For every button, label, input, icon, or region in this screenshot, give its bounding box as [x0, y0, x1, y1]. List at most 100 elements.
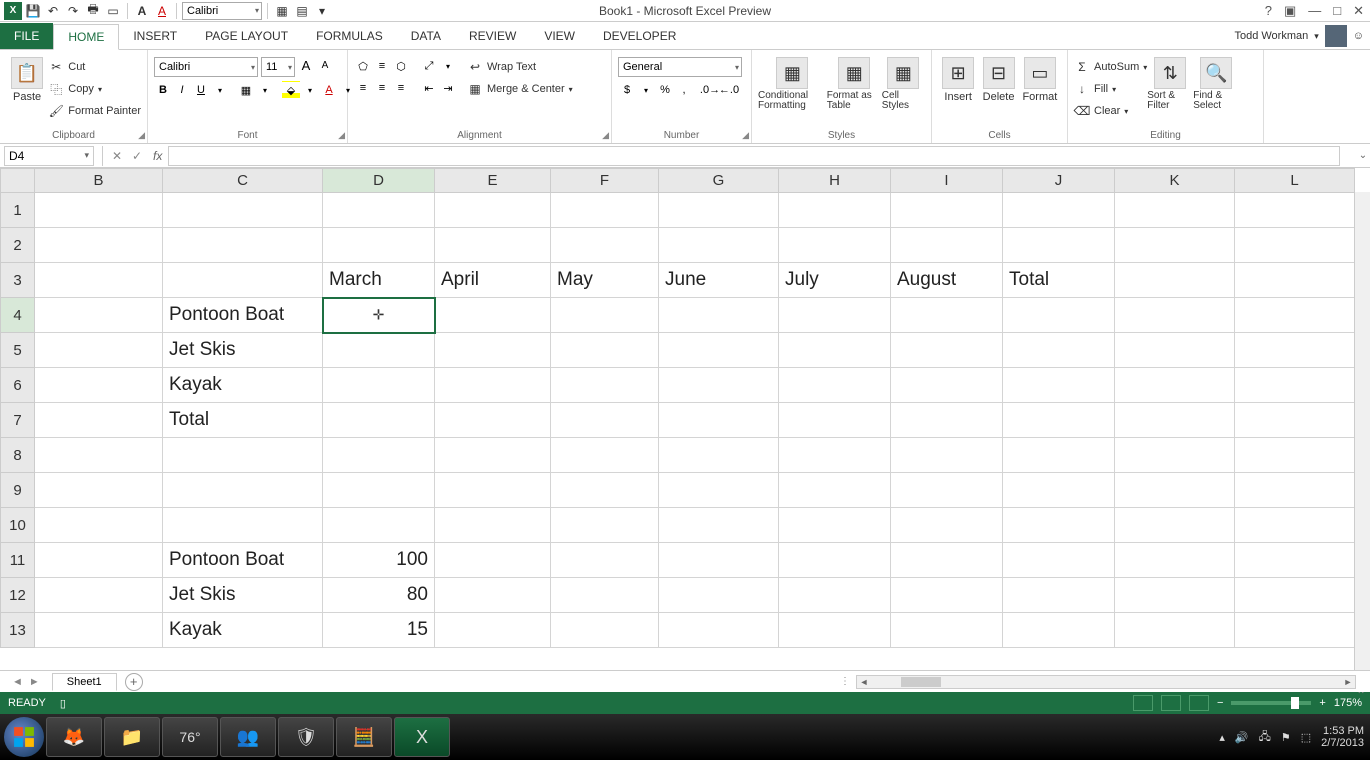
cell-I8[interactable] — [891, 438, 1003, 473]
fill-color-more-icon[interactable]: ▾ — [301, 81, 319, 99]
cell-H9[interactable] — [779, 473, 891, 508]
cell-L12[interactable] — [1235, 578, 1355, 613]
redo-icon[interactable]: ↷ — [64, 2, 82, 20]
cell-B4[interactable] — [35, 298, 163, 333]
row-header-8[interactable]: 8 — [1, 438, 35, 473]
cell-L8[interactable] — [1235, 438, 1355, 473]
view-break-icon[interactable] — [1189, 695, 1209, 711]
tab-split-icon[interactable]: ⋮ — [840, 676, 850, 687]
cell-F4[interactable] — [551, 298, 659, 333]
font-name-combo[interactable]: Calibri — [154, 57, 258, 77]
cell-L4[interactable] — [1235, 298, 1355, 333]
tray-misc-icon[interactable]: ⬚ — [1301, 731, 1311, 744]
cell-E6[interactable] — [435, 368, 551, 403]
tab-data[interactable]: DATA — [397, 23, 455, 49]
row-header-1[interactable]: 1 — [1, 193, 35, 228]
cell-G8[interactable] — [659, 438, 779, 473]
help-icon[interactable]: ? — [1265, 3, 1272, 18]
emoji-icon[interactable]: ☺ — [1353, 30, 1364, 42]
excel-icon[interactable]: X — [4, 2, 22, 20]
cell-F1[interactable] — [551, 193, 659, 228]
row-header-12[interactable]: 12 — [1, 578, 35, 613]
cell-J7[interactable] — [1003, 403, 1115, 438]
cell-K13[interactable] — [1115, 613, 1235, 648]
qat-misc2-icon[interactable]: ▤ — [293, 2, 311, 20]
row-header-3[interactable]: 3 — [1, 263, 35, 298]
cell-B5[interactable] — [35, 333, 163, 368]
inc-decimal-icon[interactable]: .0→ — [701, 81, 719, 99]
close-icon[interactable]: ✕ — [1353, 3, 1364, 19]
horizontal-scrollbar[interactable]: ◄ ► — [856, 675, 1356, 689]
cell-J11[interactable] — [1003, 543, 1115, 578]
cell-G9[interactable] — [659, 473, 779, 508]
format-cells-button[interactable]: ▭Format — [1019, 53, 1061, 103]
cell-E1[interactable] — [435, 193, 551, 228]
cell-H13[interactable] — [779, 613, 891, 648]
cell-J5[interactable] — [1003, 333, 1115, 368]
cell-L11[interactable] — [1235, 543, 1355, 578]
comma-icon[interactable]: , — [675, 81, 693, 99]
cell-E7[interactable] — [435, 403, 551, 438]
cell-K1[interactable] — [1115, 193, 1235, 228]
bold-button[interactable]: B — [154, 81, 172, 99]
cell-J2[interactable] — [1003, 228, 1115, 263]
dec-decimal-icon[interactable]: ←.0 — [720, 81, 738, 99]
tab-insert[interactable]: INSERT — [119, 23, 191, 49]
cell-H6[interactable] — [779, 368, 891, 403]
wrap-text-button[interactable]: ↩Wrap Text — [467, 57, 573, 77]
underline-more-icon[interactable]: ▾ — [211, 81, 229, 99]
cell-D8[interactable] — [323, 438, 435, 473]
cell-I11[interactable] — [891, 543, 1003, 578]
tray-flag-icon[interactable]: ⚑ — [1281, 731, 1291, 744]
autosum-button[interactable]: ΣAutoSum▾ — [1074, 57, 1147, 77]
cell-E2[interactable] — [435, 228, 551, 263]
cell-C7[interactable]: Total — [163, 403, 323, 438]
cell-J10[interactable] — [1003, 508, 1115, 543]
fill-button[interactable]: ↓Fill▾ — [1074, 79, 1147, 99]
col-header-I[interactable]: I — [891, 169, 1003, 193]
row-header-6[interactable]: 6 — [1, 368, 35, 403]
formula-input[interactable] — [168, 146, 1340, 166]
cell-L6[interactable] — [1235, 368, 1355, 403]
expand-formula-icon[interactable]: ⌄ — [1356, 150, 1370, 161]
cell-C11[interactable]: Pontoon Boat — [163, 543, 323, 578]
view-normal-icon[interactable] — [1133, 695, 1153, 711]
cell-J1[interactable] — [1003, 193, 1115, 228]
cell-C12[interactable]: Jet Skis — [163, 578, 323, 613]
col-header-L[interactable]: L — [1235, 169, 1355, 193]
cell-D11[interactable]: 100 — [323, 543, 435, 578]
sheet-tab-sheet1[interactable]: Sheet1 — [52, 673, 117, 691]
number-launcher[interactable]: ◢ — [742, 130, 749, 141]
cell-G12[interactable] — [659, 578, 779, 613]
scroll-left-icon[interactable]: ◄ — [857, 677, 871, 687]
row-header-13[interactable]: 13 — [1, 613, 35, 648]
insert-cells-button[interactable]: ⊞Insert — [938, 53, 978, 103]
align-left-icon[interactable]: ≡ — [354, 79, 372, 97]
cell-D10[interactable] — [323, 508, 435, 543]
cell-J9[interactable] — [1003, 473, 1115, 508]
delete-cells-button[interactable]: ⊟Delete — [978, 53, 1018, 103]
zoom-in-icon[interactable]: + — [1319, 697, 1325, 709]
cell-G13[interactable] — [659, 613, 779, 648]
tab-developer[interactable]: DEVELOPER — [589, 23, 690, 49]
cell-H3[interactable]: July — [779, 263, 891, 298]
percent-icon[interactable]: % — [656, 81, 674, 99]
cell-J8[interactable] — [1003, 438, 1115, 473]
zoom-out-icon[interactable]: − — [1217, 697, 1223, 709]
cell-L2[interactable] — [1235, 228, 1355, 263]
cell-C13[interactable]: Kayak — [163, 613, 323, 648]
spreadsheet-grid[interactable]: BCDEFGHIJKL123MarchAprilMayJuneJulyAugus… — [0, 168, 1370, 670]
cell-E9[interactable] — [435, 473, 551, 508]
col-header-E[interactable]: E — [435, 169, 551, 193]
cell-K8[interactable] — [1115, 438, 1235, 473]
cell-E4[interactable] — [435, 298, 551, 333]
cell-C9[interactable] — [163, 473, 323, 508]
number-format-combo[interactable]: General — [618, 57, 742, 77]
cell-C10[interactable] — [163, 508, 323, 543]
cell-F5[interactable] — [551, 333, 659, 368]
align-center-icon[interactable]: ≡ — [373, 79, 391, 97]
tray-more-icon[interactable]: ▴ — [1219, 731, 1225, 744]
cell-I6[interactable] — [891, 368, 1003, 403]
sheet-nav-prev-icon[interactable]: ◄ — [12, 676, 23, 688]
font-size-combo[interactable]: 11 — [261, 57, 295, 77]
